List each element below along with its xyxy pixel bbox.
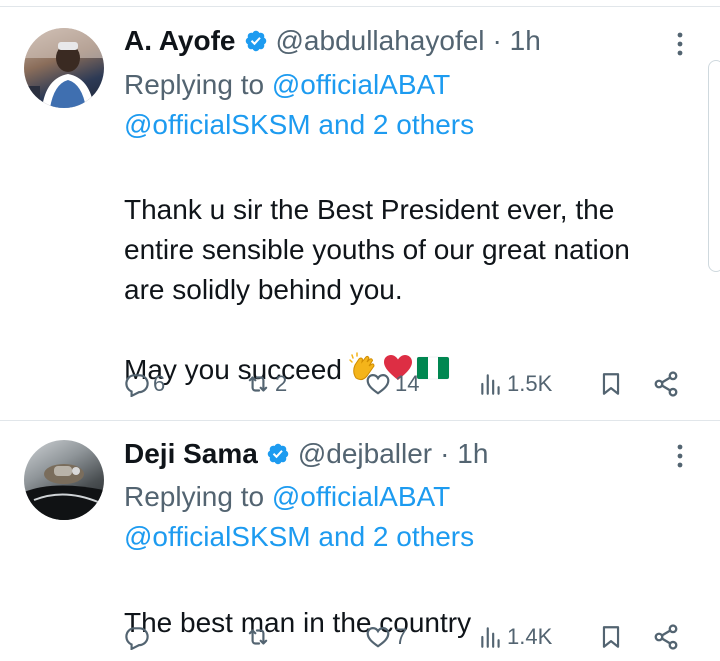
mention-link[interactable]: @officialABAT — [272, 481, 450, 512]
tweet-actions: 7 1.4K — [124, 620, 690, 654]
handle[interactable]: @abdullahayofel — [276, 25, 485, 57]
repost-button[interactable]: 2 — [244, 367, 287, 401]
tweet-header: A. Ayofe @abdullahayofel · 1h — [124, 21, 541, 61]
views-count: 1.5K — [507, 371, 553, 396]
tweet[interactable]: Deji Sama @dejballer · 1h Replying to @o… — [0, 421, 720, 661]
reply-icon — [125, 374, 149, 397]
views-icon — [481, 627, 500, 648]
bookmark-icon — [602, 373, 620, 395]
display-name[interactable]: Deji Sama — [124, 438, 258, 470]
replying-label: Replying to — [124, 69, 272, 100]
tweet[interactable]: A. Ayofe @abdullahayofel · 1h Replying t… — [0, 7, 720, 420]
reply-button[interactable]: 6 — [124, 367, 165, 401]
display-name[interactable]: A. Ayofe — [124, 25, 236, 57]
like-button[interactable]: 14 — [364, 367, 419, 401]
replying-to: Replying to @officialABAT @officialSKSM … — [124, 65, 474, 145]
like-icon — [366, 627, 390, 648]
replying-to: Replying to @officialABAT @officialSKSM … — [124, 477, 474, 557]
share-button[interactable] — [652, 367, 680, 401]
like-button[interactable]: 7 — [364, 620, 407, 654]
repost-button[interactable] — [244, 620, 275, 654]
mention-link[interactable]: @officialSKSM — [124, 109, 311, 140]
bookmark-button[interactable] — [598, 620, 624, 654]
repost-icon — [248, 629, 268, 645]
views-button[interactable]: 1.4K — [478, 620, 552, 654]
more-icon[interactable] — [670, 441, 690, 471]
others-link[interactable]: and 2 others — [311, 521, 474, 552]
share-icon — [654, 371, 678, 397]
avatar[interactable] — [24, 28, 104, 108]
share-icon — [654, 624, 678, 650]
like-count: 7 — [395, 624, 408, 649]
tweet-text-main: Thank u sir the Best President ever, the… — [124, 194, 630, 305]
tweet-header: Deji Sama @dejballer · 1h — [124, 434, 488, 474]
mention-link[interactable]: @officialSKSM — [124, 521, 311, 552]
scroll-handle[interactable] — [708, 60, 720, 272]
reply-count: 6 — [153, 371, 166, 396]
replying-label: Replying to — [124, 481, 272, 512]
views-icon — [481, 374, 500, 395]
repost-icon — [248, 376, 268, 392]
more-icon[interactable] — [670, 29, 690, 59]
tweet-text: Thank u sir the Best President ever, the… — [124, 150, 704, 390]
share-button[interactable] — [652, 620, 680, 654]
others-link[interactable]: and 2 others — [311, 109, 474, 140]
repost-count: 2 — [275, 371, 288, 396]
like-icon — [366, 374, 390, 395]
views-button[interactable]: 1.5K — [478, 367, 552, 401]
tweet-actions: 6 2 14 1.5K — [124, 367, 690, 401]
reply-icon — [125, 627, 149, 650]
bookmark-button[interactable] — [598, 367, 624, 401]
views-count: 1.4K — [507, 624, 553, 649]
timestamp[interactable]: · 1h — [440, 438, 488, 470]
bookmark-icon — [602, 626, 620, 648]
handle[interactable]: @dejballer — [298, 438, 432, 470]
reply-button[interactable] — [124, 620, 153, 654]
avatar[interactable] — [24, 440, 104, 520]
like-count: 14 — [395, 371, 420, 396]
timestamp[interactable]: · 1h — [493, 25, 541, 57]
verified-badge-icon — [245, 30, 266, 52]
mention-link[interactable]: @officialABAT — [272, 69, 450, 100]
verified-badge-icon — [267, 443, 289, 465]
